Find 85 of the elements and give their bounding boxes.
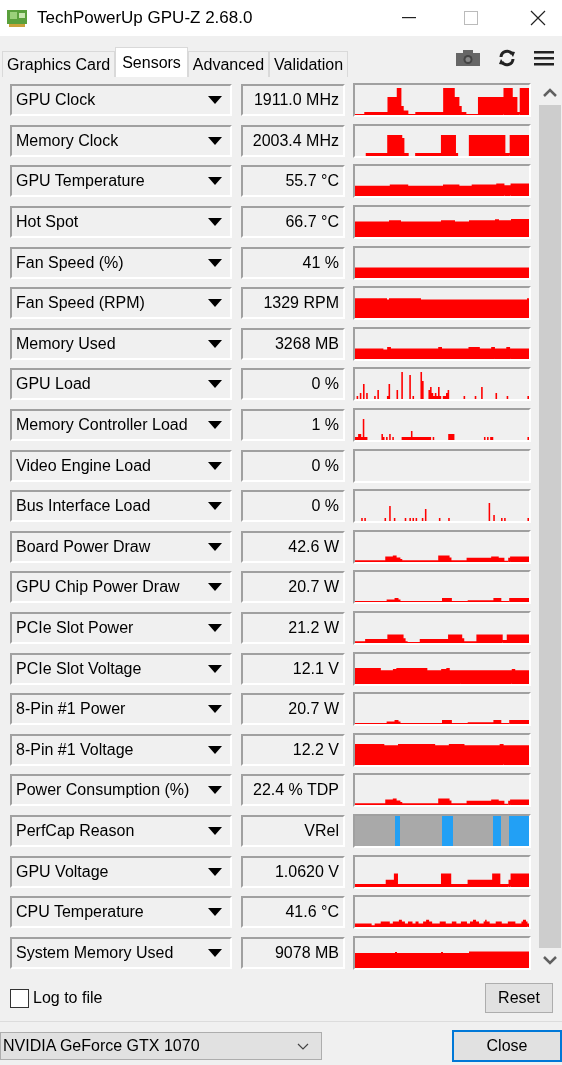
dropdown-arrow-icon	[208, 218, 222, 227]
close-icon[interactable]	[530, 10, 546, 26]
sensor-dropdown[interactable]: Fan Speed (RPM)	[10, 287, 232, 320]
dropdown-arrow-icon	[208, 339, 222, 348]
refresh-icon[interactable]	[498, 49, 516, 67]
dropdown-arrow-icon	[208, 502, 222, 511]
sensor-value: 20.7 W	[241, 693, 345, 726]
dropdown-arrow-icon	[208, 583, 222, 592]
sensor-dropdown[interactable]: System Memory Used	[10, 936, 232, 969]
dropdown-arrow-icon	[208, 136, 222, 145]
sensor-dropdown[interactable]: PCIe Slot Power	[10, 612, 232, 644]
sensor-value: 22.4 % TDP	[241, 774, 345, 807]
checkbox[interactable]	[10, 988, 29, 1008]
reset-button[interactable]: Reset	[485, 983, 553, 1013]
sensor-value: 2003.4 MHz	[241, 124, 345, 157]
dropdown-arrow-icon	[208, 867, 222, 876]
sensor-value: 12.2 V	[241, 733, 345, 766]
app-icon	[6, 9, 28, 27]
dropdown-arrow-icon	[208, 258, 222, 267]
sensor-dropdown[interactable]: GPU Voltage	[10, 855, 232, 888]
sensor-value: 41.6 °C	[241, 896, 345, 929]
dropdown-arrow-icon	[208, 96, 222, 105]
sensor-dropdown[interactable]: Hot Spot	[10, 206, 232, 239]
dropdown-arrow-icon	[208, 421, 222, 430]
sensor-value: 41 %	[241, 246, 345, 279]
dropdown-arrow-icon	[208, 908, 222, 917]
sensor-dropdown[interactable]: PCIe Slot Voltage	[10, 652, 232, 685]
dropdown-arrow-icon	[208, 786, 222, 795]
sensor-dropdown[interactable]: GPU Load	[10, 368, 232, 401]
sensor-dropdown[interactable]: 8-Pin #1 Power	[10, 693, 232, 726]
dropdown-arrow-icon	[208, 664, 222, 673]
sensor-value: 0 %	[241, 368, 345, 401]
gpu-select[interactable]: NVIDIA GeForce GTX 1070	[0, 1032, 322, 1060]
sensor-dropdown[interactable]: GPU Clock	[10, 84, 232, 117]
dropdown-arrow-icon	[208, 745, 222, 754]
sensor-dropdown[interactable]: Fan Speed (%)	[10, 246, 232, 279]
sensor-dropdown[interactable]: Memory Used	[10, 327, 232, 360]
sensor-value: 21.2 W	[241, 612, 345, 644]
dropdown-arrow-icon	[208, 299, 222, 308]
tab[interactable]: Advanced	[187, 51, 270, 77]
sensor-dropdown[interactable]: Video Engine Load	[10, 449, 232, 482]
sensor-dropdown[interactable]: Bus Interface Load	[10, 490, 232, 523]
sensor-dropdown[interactable]: Memory Clock	[10, 124, 232, 157]
dropdown-arrow-icon	[208, 461, 222, 470]
sensor-value: 3268 MB	[241, 327, 345, 360]
sensor-value: 55.7 °C	[241, 165, 345, 198]
sensor-value: 0 %	[241, 449, 345, 482]
sensor-value: 1 %	[241, 409, 345, 442]
sensor-value: 42.6 W	[241, 530, 345, 563]
tab[interactable]: Graphics Card	[2, 51, 116, 77]
sensor-dropdown[interactable]: PerfCap Reason	[10, 815, 232, 847]
sensor-value: 1911.0 MHz	[241, 84, 345, 117]
dropdown-arrow-icon	[208, 827, 222, 835]
sensor-value: 1.0620 V	[241, 855, 345, 888]
dropdown-arrow-icon	[208, 380, 222, 389]
sensor-dropdown[interactable]: Board Power Draw	[10, 530, 232, 563]
sensor-dropdown[interactable]: GPU Temperature	[10, 165, 232, 198]
sensor-value: 9078 MB	[241, 936, 345, 969]
sensor-dropdown[interactable]: Memory Controller Load	[10, 409, 232, 442]
dropdown-arrow-icon	[208, 624, 222, 632]
minimize-icon[interactable]	[402, 17, 416, 19]
sensor-value: VRel	[241, 815, 345, 847]
sensor-value: 66.7 °C	[241, 206, 345, 239]
sensor-value: 0 %	[241, 490, 345, 523]
sensor-value: 20.7 W	[241, 571, 345, 604]
menu-icon[interactable]	[534, 50, 554, 66]
dropdown-arrow-icon	[208, 948, 222, 957]
close-button[interactable]: Close	[452, 1030, 562, 1062]
dropdown-arrow-icon	[208, 177, 222, 186]
sensor-dropdown[interactable]: 8-Pin #1 Voltage	[10, 733, 232, 766]
sensor-value: 12.1 V	[241, 652, 345, 685]
chevron-icon	[297, 1042, 309, 1050]
dropdown-arrow-icon	[208, 542, 222, 551]
tab[interactable]: Validation	[269, 51, 349, 77]
dropdown-arrow-icon	[208, 705, 222, 714]
sensor-value: 1329 RPM	[241, 287, 345, 320]
sensor-dropdown[interactable]: CPU Temperature	[10, 896, 232, 929]
checkbox-label[interactable]: Log to file	[33, 989, 103, 1007]
tab[interactable]: Sensors	[115, 47, 188, 77]
camera-icon[interactable]	[456, 50, 480, 66]
window-title: TechPowerUp GPU-Z 2.68.0	[37, 8, 253, 28]
sensor-dropdown[interactable]: GPU Chip Power Draw	[10, 571, 232, 604]
scroll-up-icon[interactable]	[543, 88, 557, 97]
sensor-dropdown[interactable]: Power Consumption (%)	[10, 774, 232, 807]
scroll-down-icon[interactable]	[543, 956, 557, 965]
